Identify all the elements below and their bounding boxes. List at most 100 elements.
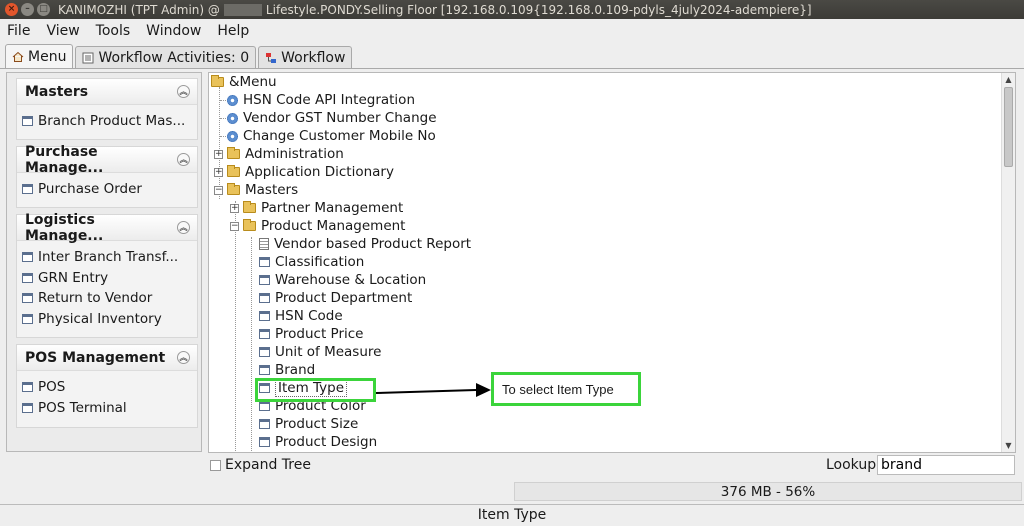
menu-window[interactable]: Window — [146, 23, 201, 39]
collapse-icon[interactable]: ︽ — [177, 85, 190, 98]
panel-pos-management: POS Management ︽ POS POS Terminal — [16, 344, 198, 428]
panel-title: Purchase Manage... — [25, 143, 104, 176]
memory-indicator[interactable]: 376 MB - 56% — [514, 482, 1022, 501]
scroll-up-icon[interactable]: ▲ — [1002, 73, 1015, 86]
sidebar-item-label: Purchase Order — [38, 181, 142, 198]
tab-workflow[interactable]: Workflow — [258, 46, 353, 68]
panel-masters: Masters ︽ Branch Product Mas... — [16, 78, 198, 140]
folder-open-icon — [243, 219, 256, 231]
scroll-down-icon[interactable]: ▼ — [1002, 439, 1015, 452]
tree-node[interactable]: Product Department — [259, 289, 412, 307]
sidebar-item[interactable]: Branch Product Mas... — [17, 111, 197, 132]
sidebar-item-label: Physical Inventory — [38, 310, 162, 327]
panel-title: Masters — [25, 83, 89, 100]
collapse-icon[interactable]: ︽ — [177, 153, 190, 166]
tree-node[interactable]: Brand — [259, 361, 315, 379]
tree-node-label: Product Department — [275, 290, 413, 306]
tree-node-label: Application Dictionary — [245, 164, 394, 180]
tree-node-label: Product Design — [275, 434, 378, 450]
tree-node[interactable]: Product Size — [259, 415, 358, 433]
tree-node-label: Unit of Measure — [275, 344, 382, 360]
lookup-input[interactable] — [877, 455, 1015, 475]
sidebar-item[interactable]: Return to Vendor — [17, 288, 197, 309]
sidebar-item[interactable]: GRN Entry — [17, 268, 197, 289]
tree-node[interactable]: HSN Code API Integration — [227, 91, 415, 109]
window-icon — [22, 382, 33, 393]
menu-view[interactable]: View — [46, 23, 79, 39]
window-icon — [259, 293, 270, 303]
collapse-icon[interactable]: − — [214, 186, 223, 195]
sidebar-item[interactable]: POS — [17, 377, 197, 398]
window-title-prefix: KANIMOZHI (TPT Admin) @ — [58, 2, 220, 17]
panel-purchase-management: Purchase Manage... ︽ Purchase Order — [16, 143, 198, 208]
tree-node[interactable]: Application Dictionary — [227, 163, 394, 181]
tree-node[interactable]: Partner Management — [243, 199, 403, 217]
tree-node[interactable]: HSN Code — [259, 307, 343, 325]
expand-icon[interactable]: + — [214, 168, 223, 177]
expand-tree-checkbox[interactable] — [210, 459, 221, 471]
tree-node[interactable]: Masters — [227, 181, 298, 199]
tree-node[interactable]: Warehouse & Location — [259, 271, 426, 289]
window-icon — [259, 419, 270, 429]
window-icon — [22, 252, 33, 263]
tree-node[interactable]: Administration — [227, 145, 344, 163]
menu-help[interactable]: Help — [217, 23, 249, 39]
process-icon — [227, 130, 238, 142]
sidebar-item-label: Inter Branch Transf... — [38, 249, 179, 266]
window-icon — [259, 311, 270, 321]
tree-node-label: Vendor GST Number Change — [243, 110, 437, 126]
sidebar-item-label: POS — [38, 379, 66, 396]
window-icon — [22, 116, 33, 127]
window-icon — [259, 401, 270, 411]
tab-workflow-label: Workflow — [281, 49, 346, 66]
tree-node[interactable]: Change Customer Mobile No — [227, 127, 436, 145]
scroll-thumb[interactable] — [1004, 87, 1013, 167]
menu-file[interactable]: File — [7, 23, 30, 39]
tree-node[interactable]: Classification — [259, 253, 364, 271]
sidebar-item[interactable]: Purchase Order — [17, 179, 197, 200]
expand-icon[interactable]: + — [214, 150, 223, 159]
menu-tools[interactable]: Tools — [96, 23, 131, 39]
panel-title: Logistics Manage... — [25, 211, 104, 244]
window-icon — [259, 275, 270, 285]
window-title-suffix: Lifestyle.PONDY.Selling Floor [192.168.0… — [265, 2, 812, 17]
tree-node-label: HSN Code — [275, 308, 343, 324]
window-icon — [259, 329, 270, 339]
maximize-window-button[interactable]: □ — [37, 3, 50, 16]
collapse-icon[interactable]: ︽ — [177, 351, 190, 364]
process-icon — [227, 94, 238, 106]
tree-node-label: Classification — [275, 254, 365, 270]
expand-icon[interactable]: + — [230, 204, 239, 213]
sidebar-item[interactable]: Inter Branch Transf... — [17, 247, 197, 268]
tree-node-label: Administration — [245, 146, 344, 162]
tree-node-label: Product Price — [275, 326, 364, 342]
window-icon — [22, 293, 33, 304]
expand-tree-label: Expand Tree — [225, 457, 311, 473]
tree-node[interactable]: Product Price — [259, 325, 363, 343]
close-window-button[interactable]: × — [5, 3, 18, 16]
tree-connector — [219, 87, 220, 199]
menubar: File View Tools Window Help — [0, 19, 1024, 43]
minimize-window-button[interactable]: – — [21, 3, 34, 16]
sidebar-item-label: POS Terminal — [38, 399, 127, 416]
tree-connector — [251, 237, 252, 451]
sidebar-item[interactable]: Physical Inventory — [17, 309, 197, 330]
collapse-icon[interactable]: − — [230, 222, 239, 231]
tree-node[interactable]: Unit of Measure — [259, 343, 381, 361]
panel-header: Purchase Manage... ︽ — [17, 143, 197, 176]
sidebar-item-label: Return to Vendor — [38, 290, 153, 307]
tree-scrollbar[interactable]: ▲ ▼ — [1001, 73, 1015, 452]
collapse-icon[interactable]: ︽ — [177, 221, 190, 234]
favorites-sidebar: Masters ︽ Branch Product Mas... Purchase… — [6, 72, 202, 452]
folder-open-icon — [211, 75, 224, 87]
tree-root[interactable]: &Menu — [211, 73, 277, 91]
tree-node-label: Brand — [275, 362, 316, 378]
tree-node[interactable]: Product Management — [243, 217, 405, 235]
window-icon — [259, 437, 270, 447]
tree-node[interactable]: Vendor GST Number Change — [227, 109, 437, 127]
tree-node[interactable]: Vendor based Product Report — [259, 235, 471, 253]
sidebar-item[interactable]: POS Terminal — [17, 398, 197, 419]
tree-node[interactable]: Product Design — [259, 433, 377, 451]
tab-menu[interactable]: Menu — [5, 44, 74, 68]
tab-workflow-activities[interactable]: Workflow Activities: 0 — [75, 46, 257, 68]
